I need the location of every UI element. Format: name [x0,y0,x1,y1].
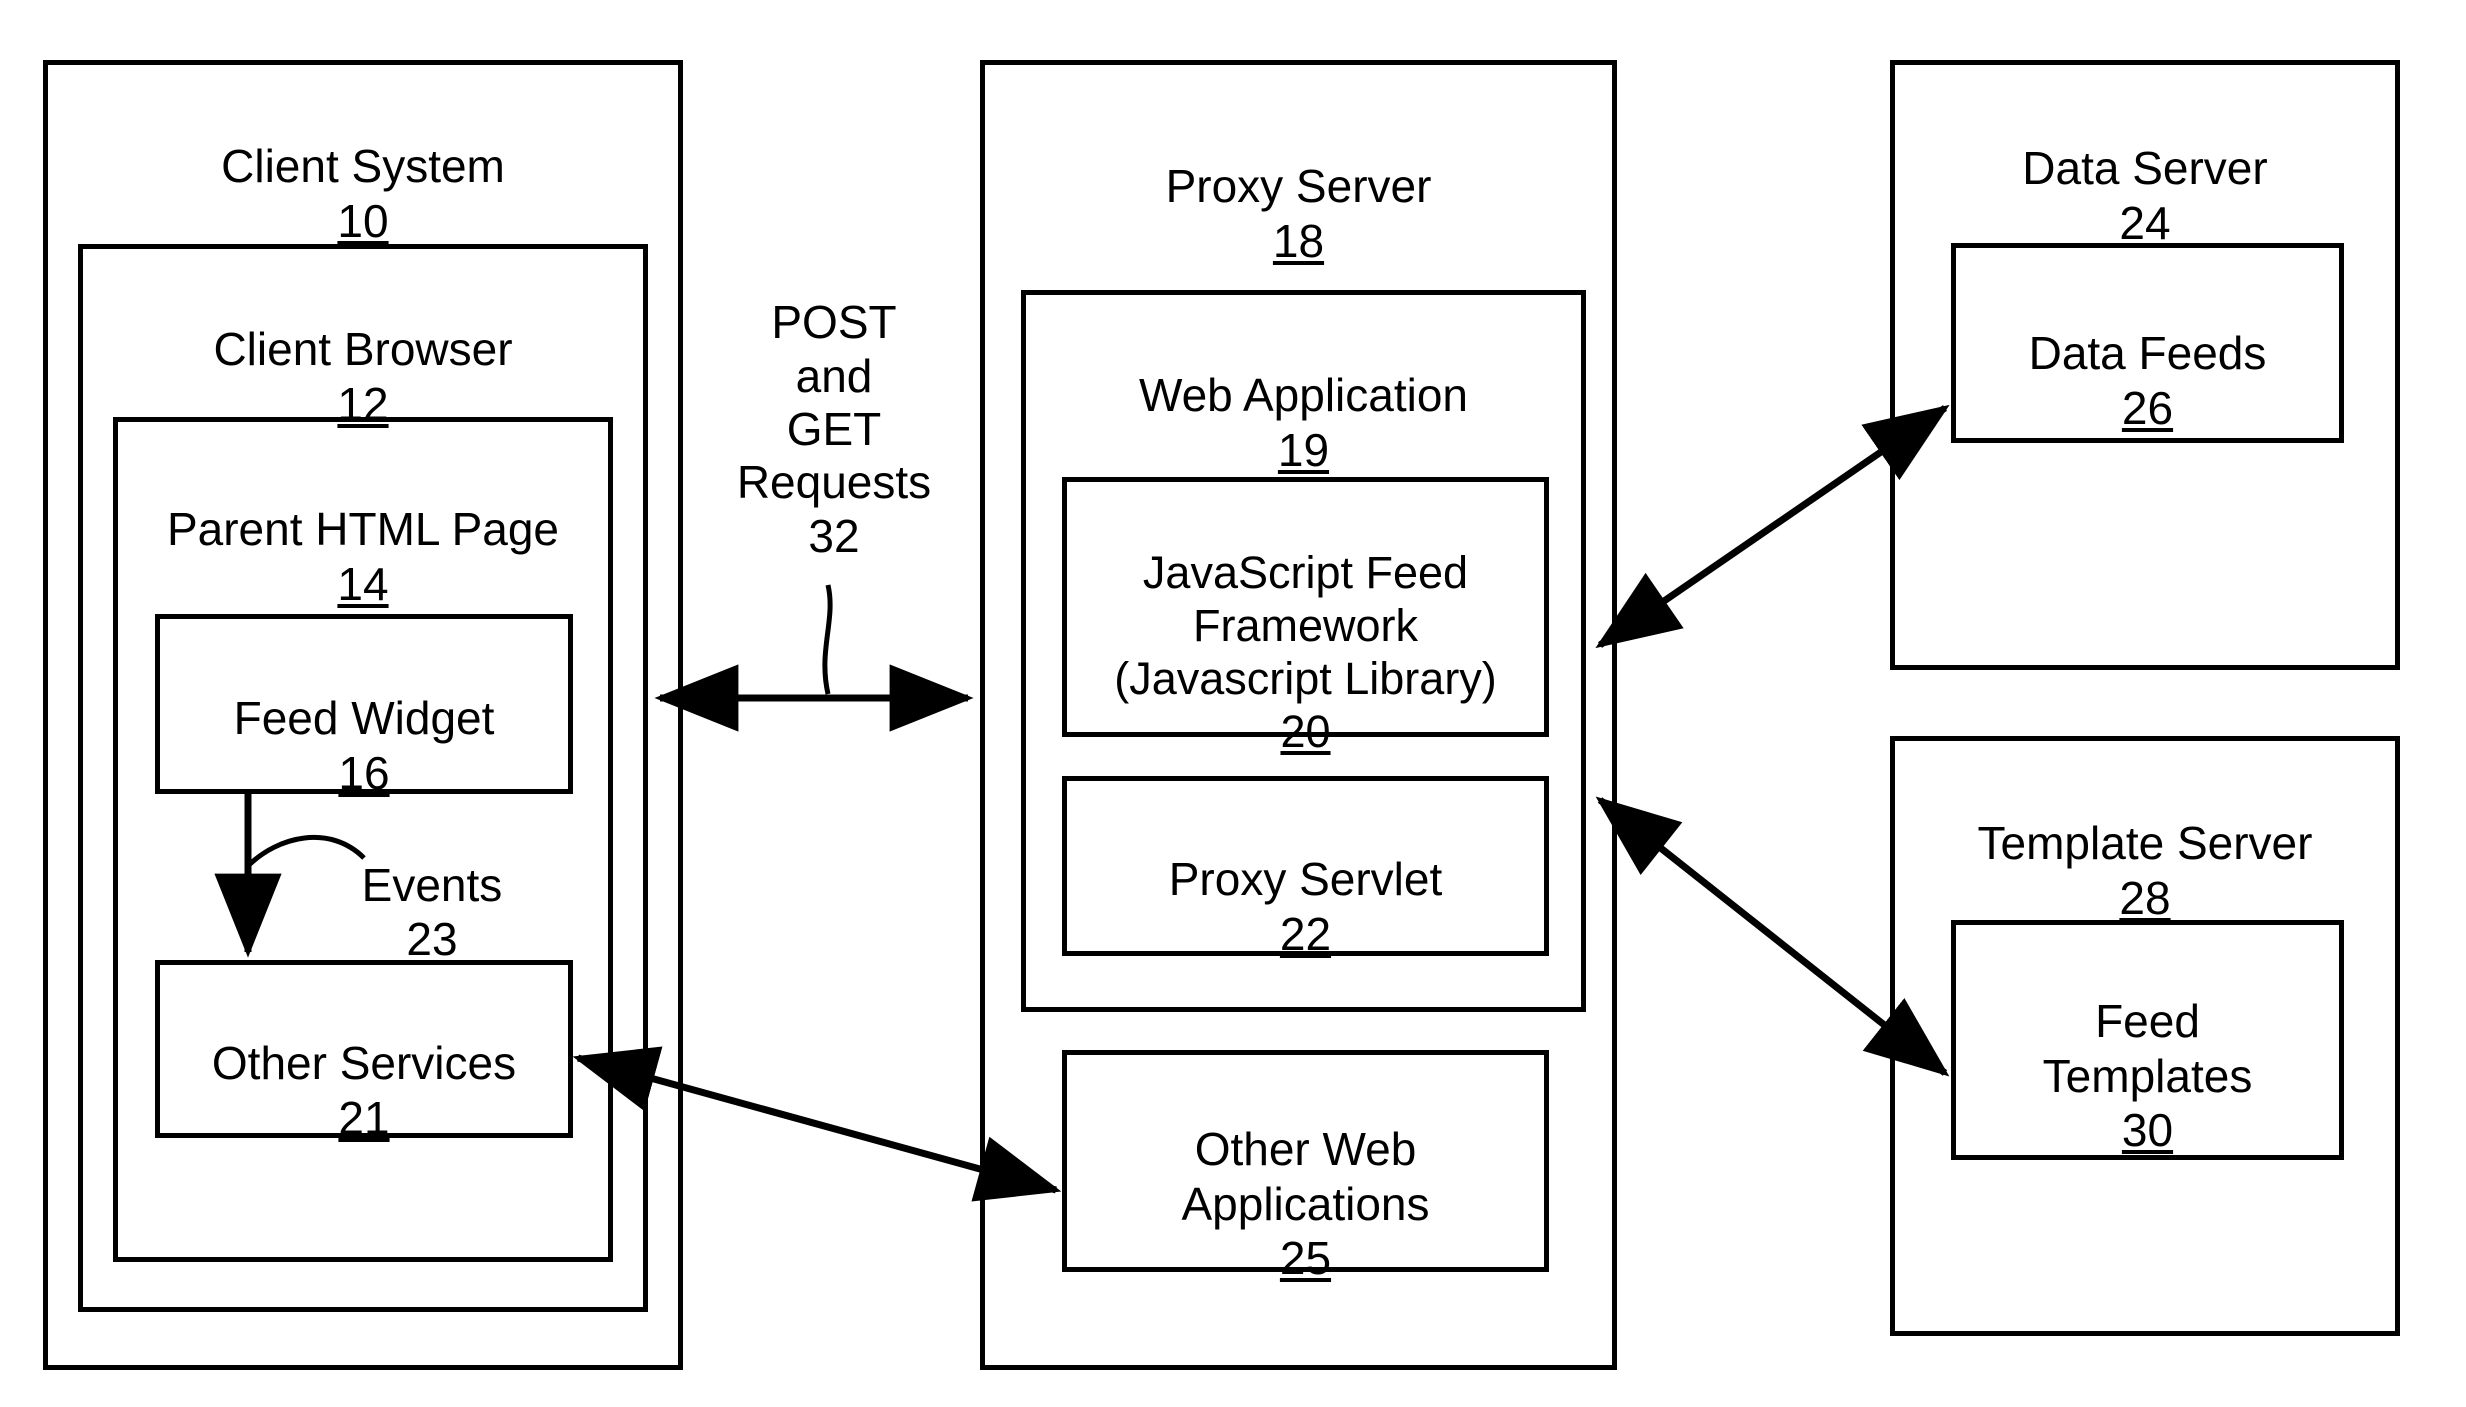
post-get-requests-annotation: POST and GET Requests 32 [700,243,968,617]
data-feeds-title: Data Feeds [2028,327,2267,380]
proxy-servlet-label: Proxy Servlet 22 [1062,798,1549,1015]
parent-html-page-title: Parent HTML Page [166,503,560,556]
data-feeds-ref: 26 [2121,381,2174,434]
javascript-feed-framework-label: JavaScript Feed Framework (Javascript Li… [1062,493,1549,812]
feed-widget-ref: 16 [338,746,390,799]
other-services-ref: 21 [338,1091,390,1144]
feed-templates-label: Feed Templates 30 [1951,940,2344,1211]
diagram-canvas: Client System 10 Client Browser 12 Paren… [0,0,2466,1407]
template-server-title: Template Server [1977,817,2313,870]
data-feeds-label: Data Feeds 26 [1951,272,2344,489]
proxy-servlet-title: Proxy Servlet [1168,853,1443,906]
feed-templates-title: Feed Templates [2042,995,2253,1102]
events-ref: 23 [406,912,458,965]
web-application-title: Web Application [1138,369,1469,422]
data-server-title: Data Server [2022,142,2268,195]
parent-html-page-ref: 14 [337,557,389,610]
post-get-requests-label: POST and GET Requests [736,296,932,509]
javascript-feed-framework-ref: 20 [1280,706,1331,758]
proxy-server-title: Proxy Server [1165,160,1432,213]
javascript-feed-framework-title: JavaScript Feed Framework (Javascript Li… [1114,547,1497,705]
template-server-ref: 28 [2119,871,2171,924]
events-label: Events [361,859,503,912]
client-system-ref: 10 [337,194,389,247]
post-get-requests-ref: 32 [808,509,860,562]
other-web-applications-title: Other Web Applications [1181,1123,1430,1230]
data-server-ref: 24 [2119,196,2171,249]
proxy-servlet-ref: 22 [1279,907,1332,960]
proxy-server-ref: 18 [1272,214,1325,267]
client-system-title: Client System [221,140,505,193]
other-web-applications-ref: 25 [1279,1231,1332,1284]
web-application-ref: 19 [1277,423,1330,476]
feed-widget-title: Feed Widget [233,692,495,745]
client-browser-title: Client Browser [213,323,513,376]
other-web-applications-label: Other Web Applications 25 [1062,1068,1549,1339]
feed-templates-ref: 30 [2121,1103,2174,1156]
events-annotation: Events 23 [322,806,542,1019]
other-services-title: Other Services [211,1037,517,1090]
